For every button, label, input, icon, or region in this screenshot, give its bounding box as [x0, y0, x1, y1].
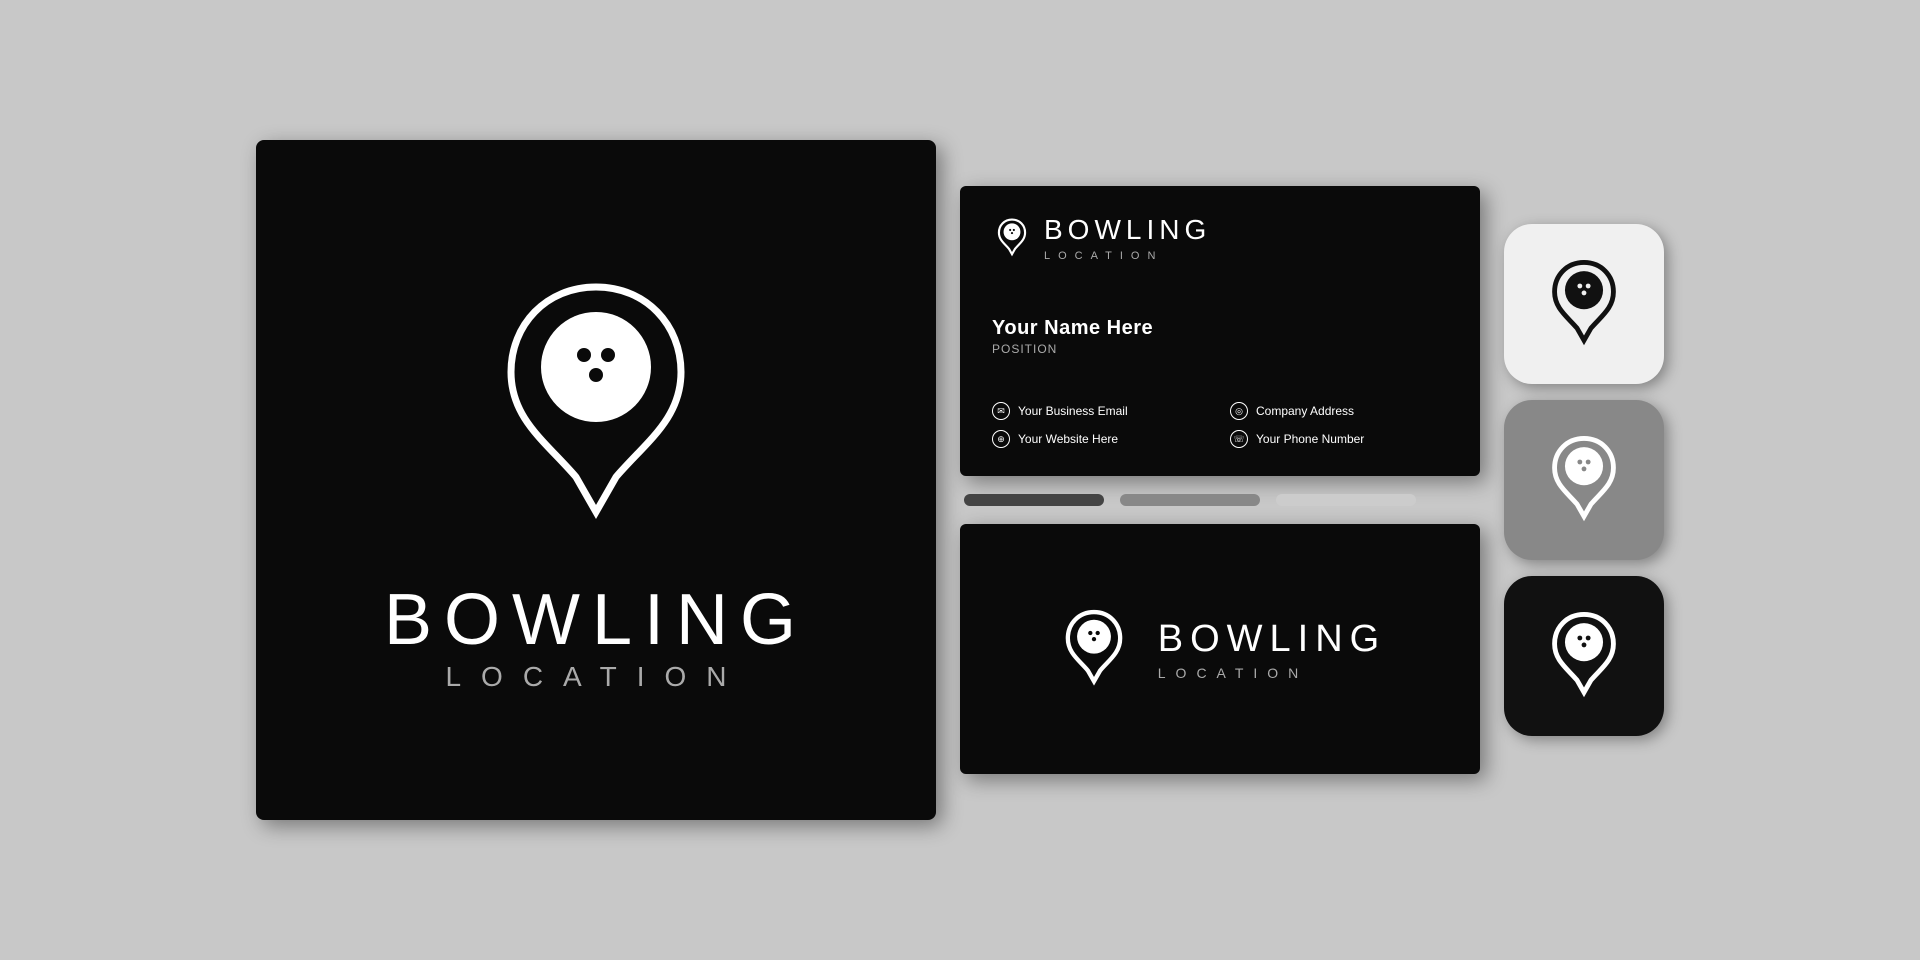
business-card-front: BOWLING LOCATION Your Name Here POSITION… — [960, 186, 1480, 476]
logo-pin-large — [466, 267, 726, 547]
card-back-tagline: LOCATION — [1158, 665, 1386, 681]
card-phone-label: Your Phone Number — [1256, 432, 1364, 446]
card-contact-grid: ✉ Your Business Email ◎ Company Address … — [992, 402, 1448, 448]
email-icon: ✉ — [992, 402, 1010, 420]
card-person-name: Your Name Here — [992, 317, 1448, 340]
card-address-label: Company Address — [1256, 404, 1354, 418]
logo-tagline-text-large: LOCATION — [384, 661, 808, 693]
logo-brand-text-large: BOWLING — [384, 579, 808, 661]
card-logo-text: BOWLING LOCATION — [1044, 214, 1211, 262]
phone-icon: ☏ — [1230, 430, 1248, 448]
app-icon-gray-pin — [1539, 430, 1629, 530]
card-logo-pin — [992, 216, 1032, 260]
card-tagline: LOCATION — [1044, 250, 1211, 262]
app-icon-dark-pin — [1539, 606, 1629, 706]
card-website-label: Your Website Here — [1018, 432, 1118, 446]
app-icon-dark — [1504, 576, 1664, 736]
card-phone-item: ☏ Your Phone Number — [1230, 430, 1448, 448]
app-icon-white-pin — [1539, 254, 1629, 354]
card-back-logo-pin — [1054, 604, 1134, 694]
card-website-item: ⊕ Your Website Here — [992, 430, 1210, 448]
app-icon-gray — [1504, 400, 1664, 560]
divider-light — [1276, 494, 1416, 506]
divider-mid — [1120, 494, 1260, 506]
business-card-back: BOWLING LOCATION — [960, 524, 1480, 774]
card-name-section: Your Name Here POSITION — [992, 317, 1448, 356]
card-email-item: ✉ Your Business Email — [992, 402, 1210, 420]
app-icon-white — [1504, 224, 1664, 384]
logo-square: BOWLING LOCATION — [256, 140, 936, 820]
app-icons-column — [1504, 224, 1664, 736]
card-back-brand: BOWLING — [1158, 618, 1386, 661]
card-address-item: ◎ Company Address — [1230, 402, 1448, 420]
location-icon: ◎ — [1230, 402, 1248, 420]
card-position: POSITION — [992, 342, 1448, 356]
main-container: BOWLING LOCATION BOWLING LOCATION — [0, 0, 1920, 960]
card-brand: BOWLING — [1044, 214, 1211, 246]
card-header: BOWLING LOCATION — [992, 214, 1448, 262]
card-email-label: Your Business Email — [1018, 404, 1128, 418]
website-icon: ⊕ — [992, 430, 1010, 448]
divider-dark — [964, 494, 1104, 506]
dividers-strip — [960, 494, 1480, 506]
middle-column: BOWLING LOCATION Your Name Here POSITION… — [960, 186, 1480, 774]
